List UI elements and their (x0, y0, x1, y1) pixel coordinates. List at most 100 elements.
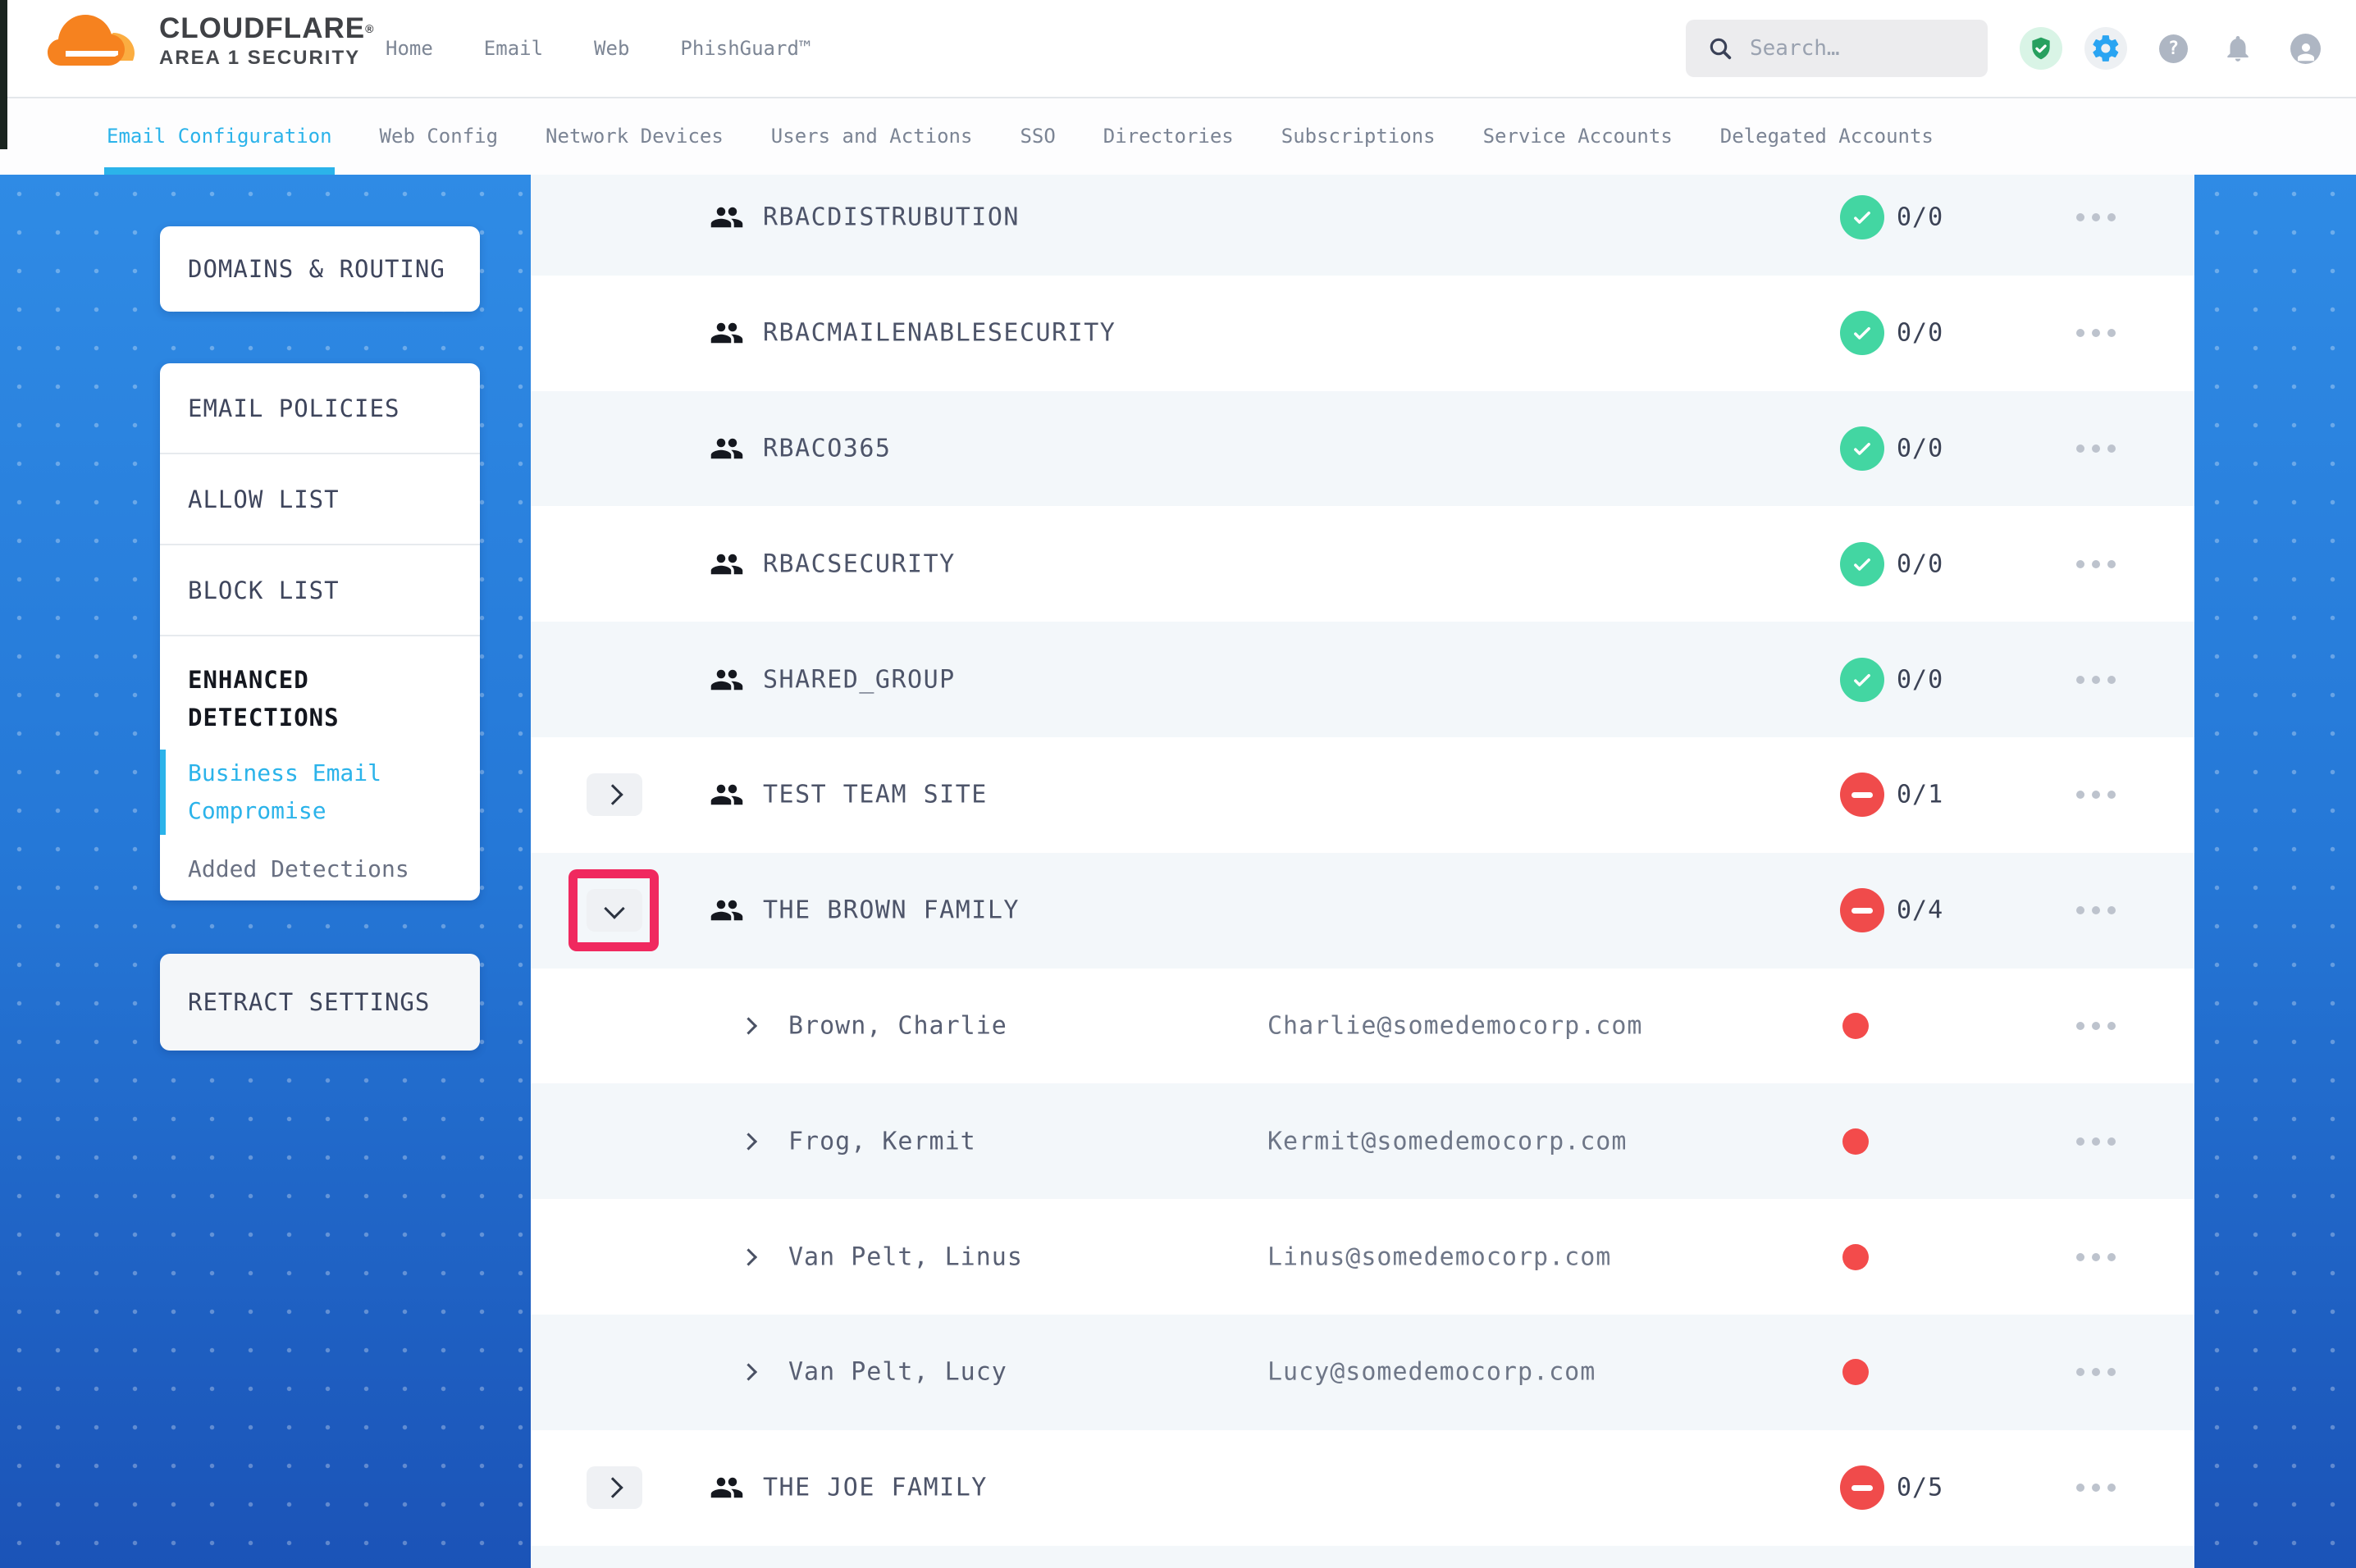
group-name: THE JOE FAMILY (763, 1474, 988, 1502)
row-menu-button[interactable] (2076, 1137, 2116, 1146)
chevron-right-icon[interactable] (740, 1017, 757, 1034)
group-row: THE JOE FAMILY 0/5 (531, 1430, 2194, 1546)
status-blocked-badge (1840, 773, 1884, 817)
row-menu-button[interactable] (2076, 329, 2116, 337)
sidebar-item-added-detections[interactable]: Added Detections (160, 853, 480, 886)
search-input[interactable] (1748, 35, 1973, 62)
status-ok-badge (1840, 542, 1884, 586)
sidebar-item-allow-list[interactable]: ALLOW LIST (160, 454, 480, 544)
dot (2076, 1484, 2084, 1492)
chevron-right-icon[interactable] (740, 1364, 757, 1381)
sidebar-item-retract-settings[interactable]: RETRACT SETTINGS (160, 954, 480, 1051)
status-ok-badge (1840, 658, 1884, 702)
tab-web-config[interactable]: Web Config (380, 97, 499, 175)
tab-sso[interactable]: SSO (1020, 97, 1055, 175)
row-menu-button[interactable] (2076, 1253, 2116, 1261)
member-name: Van Pelt, Lucy (788, 1358, 1007, 1387)
member-count: 0/1 (1897, 781, 1943, 809)
group-people-icon (710, 200, 744, 235)
dot (2076, 560, 2084, 568)
dot (2076, 444, 2084, 453)
brand-name: CLOUDFLARE® (159, 12, 374, 45)
group-people-icon (710, 663, 744, 697)
header-icons: ? (2020, 0, 2321, 97)
tab-service-accounts[interactable]: Service Accounts (1483, 97, 1673, 175)
status-blocked-dot (1842, 1359, 1869, 1385)
nav-web[interactable]: Web (594, 37, 629, 60)
notifications-bell-icon[interactable] (2222, 33, 2253, 64)
nav-email[interactable]: Email (484, 37, 543, 60)
chevron-right-icon[interactable] (740, 1248, 757, 1265)
brand-subtitle: AREA 1 SECURITY (159, 45, 374, 71)
group-people-icon (710, 893, 744, 928)
member-row: Frog, Kermit Kermit@somedemocorp.com (531, 1083, 2194, 1199)
nav-phishguard[interactable]: PhishGuard™ (680, 37, 810, 60)
dot (2092, 1368, 2100, 1376)
row-menu-button[interactable] (2076, 213, 2116, 221)
tab-delegated-accounts[interactable]: Delegated Accounts (1720, 97, 1934, 175)
member-name: Frog, Kermit (788, 1127, 976, 1155)
tab-email-configuration[interactable]: Email Configuration (107, 97, 332, 175)
top-nav: Home Email Web PhishGuard™ (386, 0, 861, 97)
dot (2107, 676, 2116, 684)
row-menu-button[interactable] (2076, 906, 2116, 914)
dot (2107, 906, 2116, 914)
account-icon[interactable] (2290, 34, 2321, 64)
member-row: Van Pelt, LucyLucy@somedemocorp.com (531, 1315, 2194, 1430)
tab-users-and-actions[interactable]: Users and Actions (771, 97, 973, 175)
sidebar-item-email-policies[interactable]: EMAIL POLICIES (160, 363, 480, 453)
row-menu-button[interactable] (2076, 1484, 2116, 1492)
member-count: 0/0 (1897, 665, 1943, 694)
expand-group-button[interactable] (587, 1466, 642, 1509)
row-menu-button[interactable] (2076, 676, 2116, 684)
group-people-icon (710, 547, 744, 581)
member-count: 0/5 (1897, 1474, 1943, 1502)
tab-subscriptions[interactable]: Subscriptions (1281, 97, 1436, 175)
group-row: RBACDISTRUBUTION 0/0 (531, 175, 2194, 276)
group-name: RBACDISTRUBUTION (763, 203, 1020, 232)
tab-network-devices[interactable]: Network Devices (546, 97, 724, 175)
dot (2076, 1253, 2084, 1261)
dot (2092, 560, 2100, 568)
sidebar-item-business-email-compromise[interactable]: Business Email Compromise (160, 754, 480, 830)
dot (2076, 1137, 2084, 1146)
area1-security-app: CLOUDFLARE® AREA 1 SECURITY Home Email Web… (0, 0, 2356, 1568)
group-row: RBACMAILENABLESECURITY0/0 (531, 276, 2194, 391)
expand-group-button[interactable] (587, 773, 642, 816)
sidebar-card-2: EMAIL POLICIESALLOW LISTBLOCK LISTENHANC… (160, 363, 480, 900)
dot (2076, 791, 2084, 799)
chevron-right-icon (602, 1477, 623, 1497)
chevron-right-icon[interactable] (740, 1133, 757, 1150)
tab-directories[interactable]: Directories (1103, 97, 1234, 175)
shield-check-icon[interactable] (2020, 27, 2062, 70)
row-menu-button[interactable] (2076, 444, 2116, 453)
row-menu-button[interactable] (2076, 1368, 2116, 1376)
settings-gear-icon[interactable] (2084, 27, 2127, 70)
member-email: Charlie@somedemocorp.com (1267, 1011, 1642, 1040)
member-email: Kermit@somedemocorp.com (1267, 1127, 1627, 1155)
member-count: 0/0 (1897, 203, 1943, 232)
cloudflare-logo[interactable]: CLOUDFLARE® AREA 1 SECURITY (43, 8, 374, 75)
sidebar-item-domains-routing[interactable]: DOMAINS & ROUTING (160, 226, 480, 312)
status-blocked-badge (1840, 888, 1884, 932)
group-name: THE BROWN FAMILY (763, 896, 1020, 925)
status-blocked-badge (1840, 1465, 1884, 1510)
search-box[interactable] (1686, 20, 1988, 77)
nav-home[interactable]: Home (386, 37, 433, 60)
dot (2092, 1484, 2100, 1492)
group-people-icon (710, 1470, 744, 1505)
dot (2092, 329, 2100, 337)
group-name: SHARED_GROUP (763, 665, 956, 694)
dot (2107, 1484, 2116, 1492)
help-icon[interactable]: ? (2159, 34, 2188, 63)
cloudflare-cloud-icon (43, 8, 148, 75)
group-row: SHARED_GROUP 0/0 (531, 622, 2194, 737)
sidebar-item-block-list[interactable]: BLOCK LIST (160, 545, 480, 635)
dot (2076, 213, 2084, 221)
row-menu-button[interactable] (2076, 791, 2116, 799)
status-ok-badge (1840, 426, 1884, 471)
status-blocked-dot (1842, 1244, 1869, 1270)
row-menu-button[interactable] (2076, 560, 2116, 568)
collapse-group-button[interactable] (587, 889, 642, 932)
row-menu-button[interactable] (2076, 1022, 2116, 1030)
